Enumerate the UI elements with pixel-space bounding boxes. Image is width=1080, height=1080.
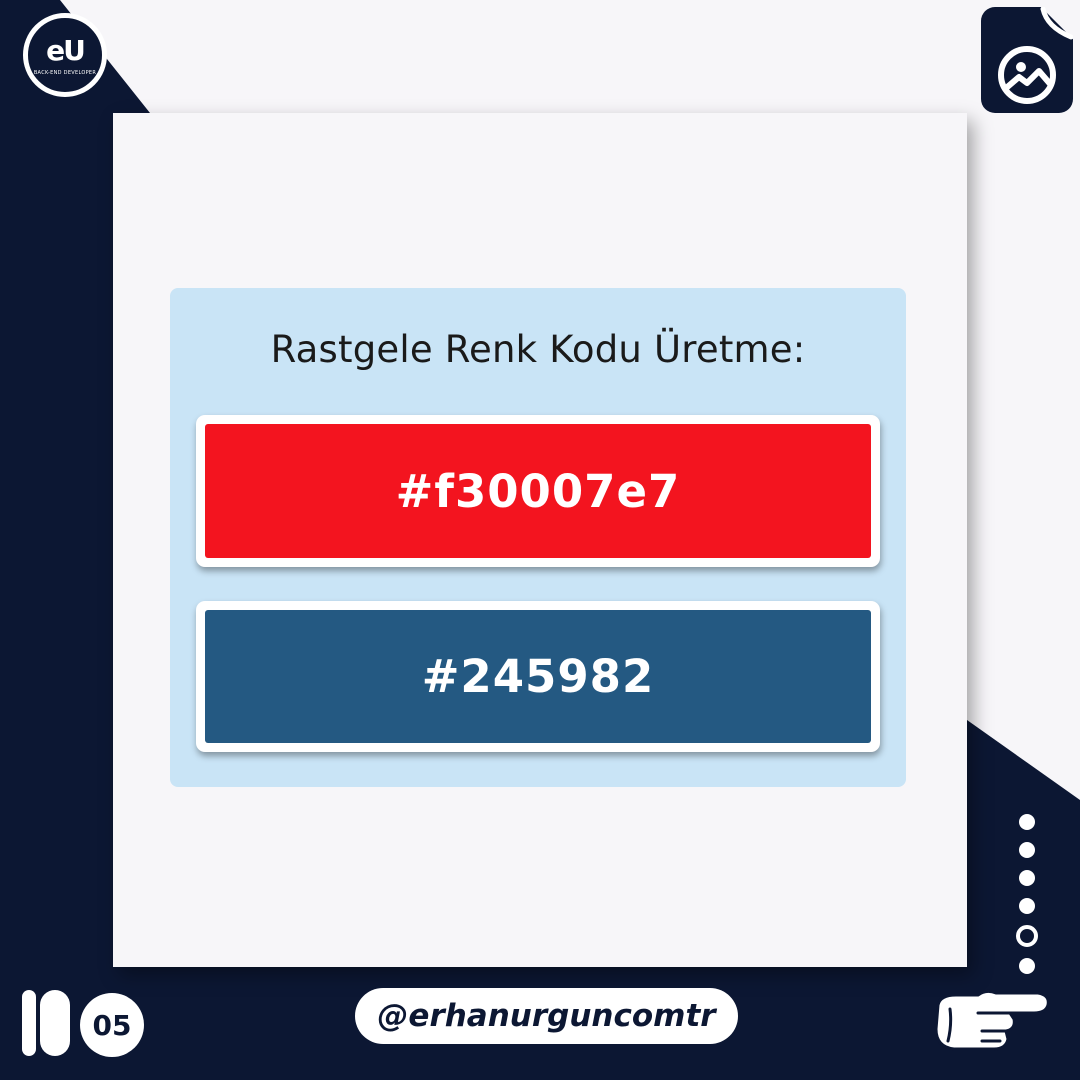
content-card: Rastgele Renk Kodu Üretme: #f30007e7 #24… (113, 113, 967, 967)
carousel-dots-icon (1016, 814, 1038, 974)
color-code-2: #245982 (205, 610, 871, 743)
pointing-hand-icon (934, 989, 1050, 1051)
brand-logo: eU BACK-END DEVELOPER (23, 13, 107, 97)
image-file-icon (981, 7, 1073, 113)
color-code-button-1[interactable]: #f30007e7 (196, 415, 880, 567)
social-handle[interactable]: @erhanurguncomtr (355, 988, 738, 1044)
logo-letters: eU (46, 34, 86, 67)
color-code-button-2[interactable]: #245982 (196, 601, 880, 752)
color-generator-panel: Rastgele Renk Kodu Üretme: #f30007e7 #24… (170, 288, 906, 787)
panel-title: Rastgele Renk Kodu Üretme: (270, 328, 806, 371)
color-code-1: #f30007e7 (205, 424, 871, 558)
page-number: 05 (80, 993, 144, 1057)
page-indicator-bars (22, 990, 70, 1056)
logo-tagline: BACK-END DEVELOPER (33, 70, 97, 76)
